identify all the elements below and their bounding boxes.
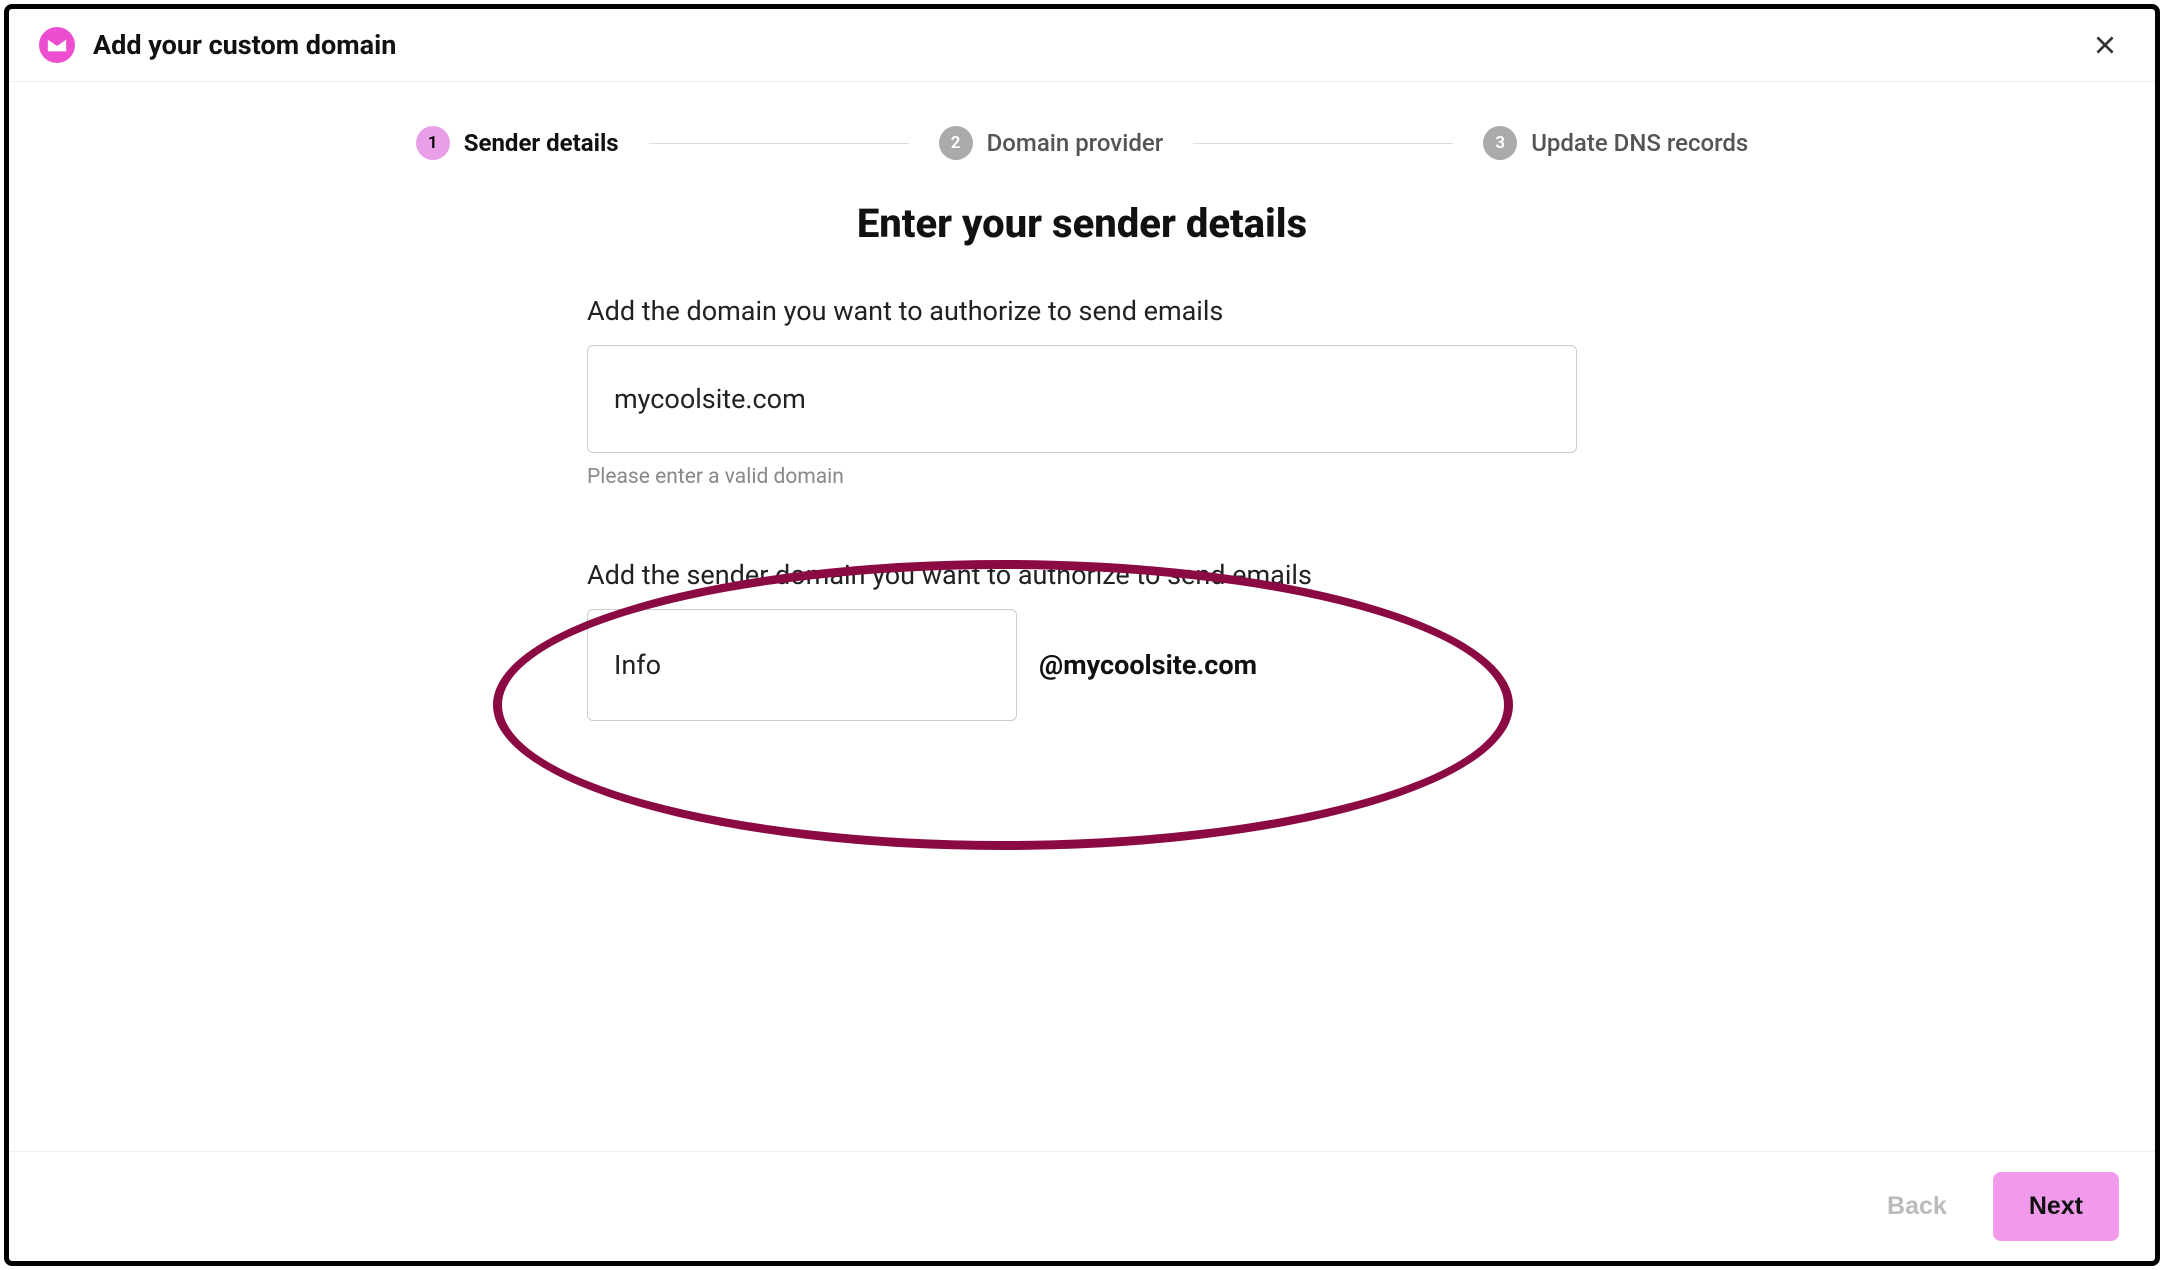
sender-row: @mycoolsite.com	[587, 609, 1577, 721]
step-label: Sender details	[464, 129, 619, 157]
step-number: 3	[1483, 126, 1517, 160]
modal-title: Add your custom domain	[93, 29, 396, 61]
main-content: Enter your sender details Add the domain…	[9, 190, 2155, 1151]
brand-logo	[39, 27, 75, 63]
domain-input[interactable]	[587, 345, 1577, 453]
form-container: Add the domain you want to authorize to …	[587, 295, 1577, 721]
step-number: 2	[939, 126, 973, 160]
step-label: Update DNS records	[1531, 129, 1748, 157]
back-button[interactable]: Back	[1851, 1172, 1983, 1241]
close-button[interactable]	[2087, 27, 2123, 63]
domain-label: Add the domain you want to authorize to …	[587, 295, 1577, 327]
step-connector	[649, 143, 909, 144]
domain-help-text: Please enter a valid domain	[587, 465, 1577, 489]
step-domain-provider[interactable]: 2 Domain provider	[939, 126, 1164, 160]
step-update-dns[interactable]: 3 Update DNS records	[1483, 126, 1748, 160]
sender-input[interactable]	[587, 609, 1017, 721]
step-label: Domain provider	[987, 129, 1164, 157]
page-title: Enter your sender details	[857, 200, 1307, 247]
close-icon	[2092, 32, 2118, 58]
modal-frame: Add your custom domain 1 Sender details …	[4, 4, 2160, 1266]
sender-label: Add the sender domain you want to author…	[587, 559, 1577, 591]
step-connector	[1193, 143, 1453, 144]
stepper: 1 Sender details 2 Domain provider 3 Upd…	[9, 82, 2155, 190]
step-sender-details[interactable]: 1 Sender details	[416, 126, 619, 160]
sender-domain-suffix: @mycoolsite.com	[1039, 649, 1257, 681]
envelope-icon	[46, 34, 68, 56]
step-number: 1	[416, 126, 450, 160]
next-button[interactable]: Next	[1993, 1172, 2119, 1241]
modal-footer: Back Next	[9, 1151, 2155, 1261]
modal-header: Add your custom domain	[9, 9, 2155, 82]
